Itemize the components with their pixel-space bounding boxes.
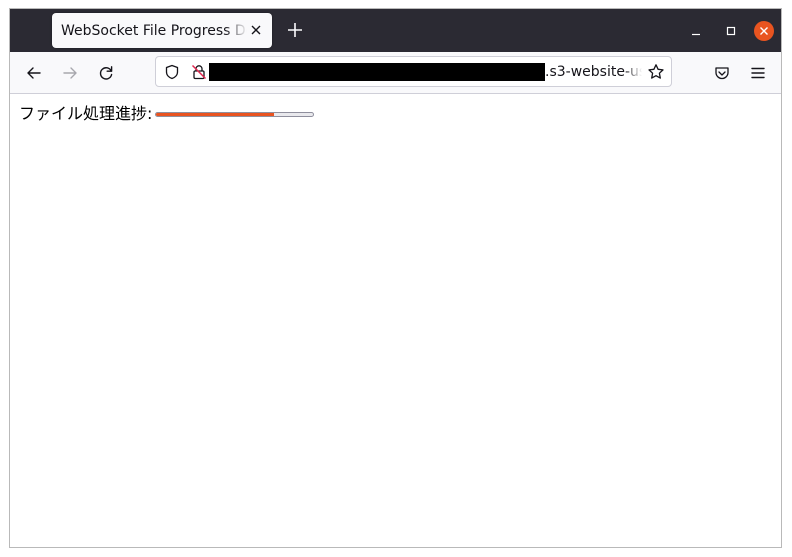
- progress-label: ファイル処理進捗:: [19, 104, 153, 123]
- tab-title: WebSocket File Progress Demo: [61, 23, 247, 39]
- browser-window: WebSocket File Progress Demo: [9, 8, 782, 548]
- minimize-icon[interactable]: [686, 21, 706, 41]
- menu-icon[interactable]: [749, 64, 767, 82]
- forward-arrow-icon[interactable]: [61, 64, 79, 82]
- pocket-icon[interactable]: [713, 64, 731, 82]
- close-icon[interactable]: [754, 21, 774, 41]
- reload-icon[interactable]: [97, 64, 115, 82]
- file-progress-bar: [155, 112, 314, 117]
- title-bar: WebSocket File Progress Demo: [10, 9, 781, 52]
- new-tab-icon[interactable]: [287, 22, 303, 38]
- progress-fill: [156, 113, 274, 116]
- maximize-icon[interactable]: [721, 21, 741, 41]
- tracking-protection-shield-icon[interactable]: [164, 64, 180, 80]
- tab-close-icon[interactable]: [250, 24, 262, 36]
- back-arrow-icon[interactable]: [25, 64, 43, 82]
- address-bar[interactable]: .s3-website-us: [155, 56, 672, 87]
- browser-tab[interactable]: WebSocket File Progress Demo: [52, 13, 272, 48]
- url-text: .s3-website-us: [545, 64, 642, 80]
- redacted-url-part: [209, 63, 545, 81]
- navigation-toolbar: .s3-website-us: [10, 52, 781, 94]
- insecure-lock-icon[interactable]: [191, 64, 207, 80]
- page-content: ファイル処理進捗:: [10, 94, 781, 547]
- bookmark-star-icon[interactable]: [647, 63, 665, 81]
